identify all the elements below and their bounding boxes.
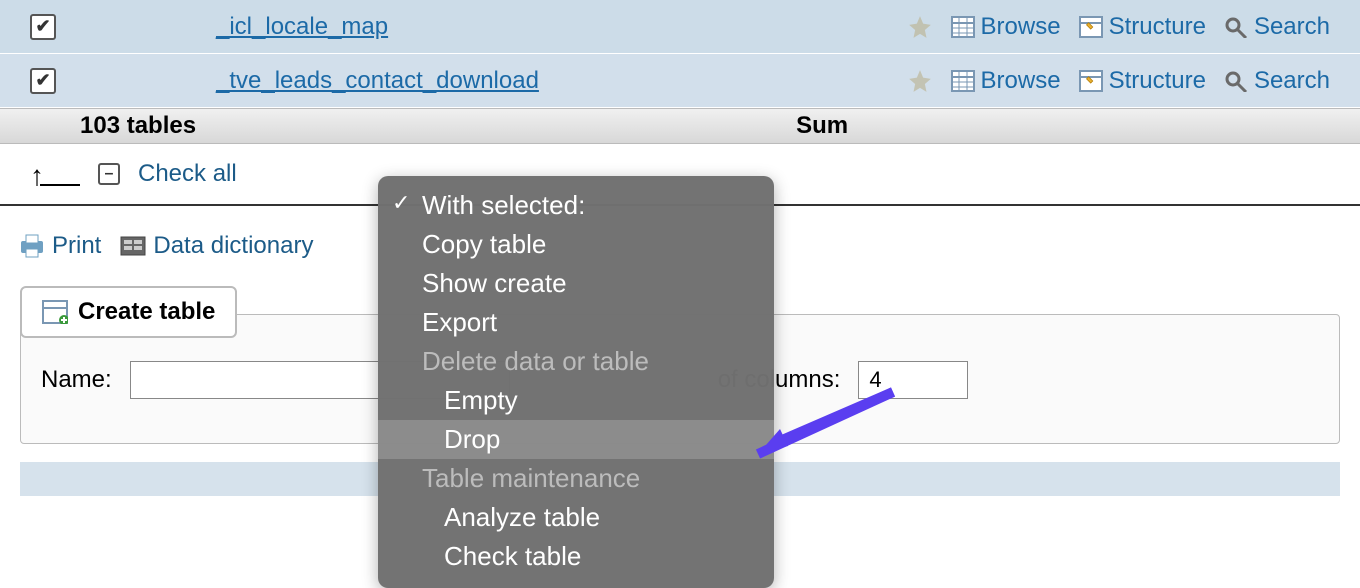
search-label: Search bbox=[1254, 67, 1330, 95]
checkall-label[interactable]: Check all bbox=[138, 160, 237, 188]
structure-link[interactable]: Structure bbox=[1079, 13, 1206, 41]
dropdown-check-table[interactable]: Check table bbox=[378, 537, 774, 576]
dropdown-drop[interactable]: Drop bbox=[378, 420, 774, 459]
dropdown-empty[interactable]: Empty bbox=[378, 381, 774, 420]
structure-icon bbox=[1079, 70, 1103, 92]
new-table-icon bbox=[42, 300, 68, 324]
print-label: Print bbox=[52, 232, 101, 260]
columns-input[interactable] bbox=[858, 361, 968, 399]
dictionary-icon bbox=[119, 233, 147, 259]
dropdown-copy-table[interactable]: Copy table bbox=[378, 225, 774, 264]
browse-label: Browse bbox=[981, 67, 1061, 95]
create-table-button[interactable]: Create table bbox=[20, 286, 237, 338]
table-row: ✔ _icl_locale_map Browse Structure Searc… bbox=[0, 0, 1360, 54]
dropdown-group-delete: Delete data or table bbox=[378, 342, 774, 381]
dictionary-label: Data dictionary bbox=[153, 232, 313, 260]
table-row: ✔ _tve_leads_contact_download Browse Str… bbox=[0, 54, 1360, 108]
print-link[interactable]: Print bbox=[18, 232, 101, 260]
star-icon[interactable] bbox=[907, 68, 933, 94]
search-icon bbox=[1224, 16, 1248, 38]
table-name-link[interactable]: _icl_locale_map bbox=[216, 13, 907, 41]
structure-label: Structure bbox=[1109, 67, 1206, 95]
search-link[interactable]: Search bbox=[1224, 13, 1330, 41]
dropdown-header[interactable]: With selected: bbox=[378, 186, 774, 225]
dropdown-show-create[interactable]: Show create bbox=[378, 264, 774, 303]
browse-label: Browse bbox=[981, 13, 1061, 41]
row-checkbox[interactable]: ✔ bbox=[30, 68, 56, 94]
arrow-up-icon: ↑ bbox=[30, 158, 80, 190]
dropdown-analyze[interactable]: Analyze table bbox=[378, 498, 774, 537]
name-label: Name: bbox=[41, 366, 112, 394]
search-icon bbox=[1224, 70, 1248, 92]
row-actions: Browse Structure Search bbox=[907, 67, 1330, 95]
printer-icon bbox=[18, 233, 46, 259]
sum-label: Sum bbox=[796, 112, 848, 140]
row-actions: Browse Structure Search bbox=[907, 13, 1330, 41]
dictionary-link[interactable]: Data dictionary bbox=[119, 232, 313, 260]
browse-link[interactable]: Browse bbox=[951, 67, 1061, 95]
table-count: 103 tables bbox=[80, 112, 196, 140]
row-checkbox[interactable]: ✔ bbox=[30, 14, 56, 40]
table-name-link[interactable]: _tve_leads_contact_download bbox=[216, 67, 907, 95]
browse-link[interactable]: Browse bbox=[951, 13, 1061, 41]
star-icon[interactable] bbox=[907, 14, 933, 40]
table-icon bbox=[951, 70, 975, 92]
dropdown-group-maintenance: Table maintenance bbox=[378, 459, 774, 498]
structure-icon bbox=[1079, 16, 1103, 38]
structure-link[interactable]: Structure bbox=[1079, 67, 1206, 95]
structure-label: Structure bbox=[1109, 13, 1206, 41]
with-selected-dropdown: With selected: Copy table Show create Ex… bbox=[378, 176, 774, 588]
search-link[interactable]: Search bbox=[1224, 67, 1330, 95]
checkall-checkbox[interactable]: – bbox=[98, 163, 120, 185]
summary-row: 103 tables Sum bbox=[0, 108, 1360, 144]
create-table-label: Create table bbox=[78, 298, 215, 326]
dropdown-export[interactable]: Export bbox=[378, 303, 774, 342]
table-icon bbox=[951, 16, 975, 38]
search-label: Search bbox=[1254, 13, 1330, 41]
